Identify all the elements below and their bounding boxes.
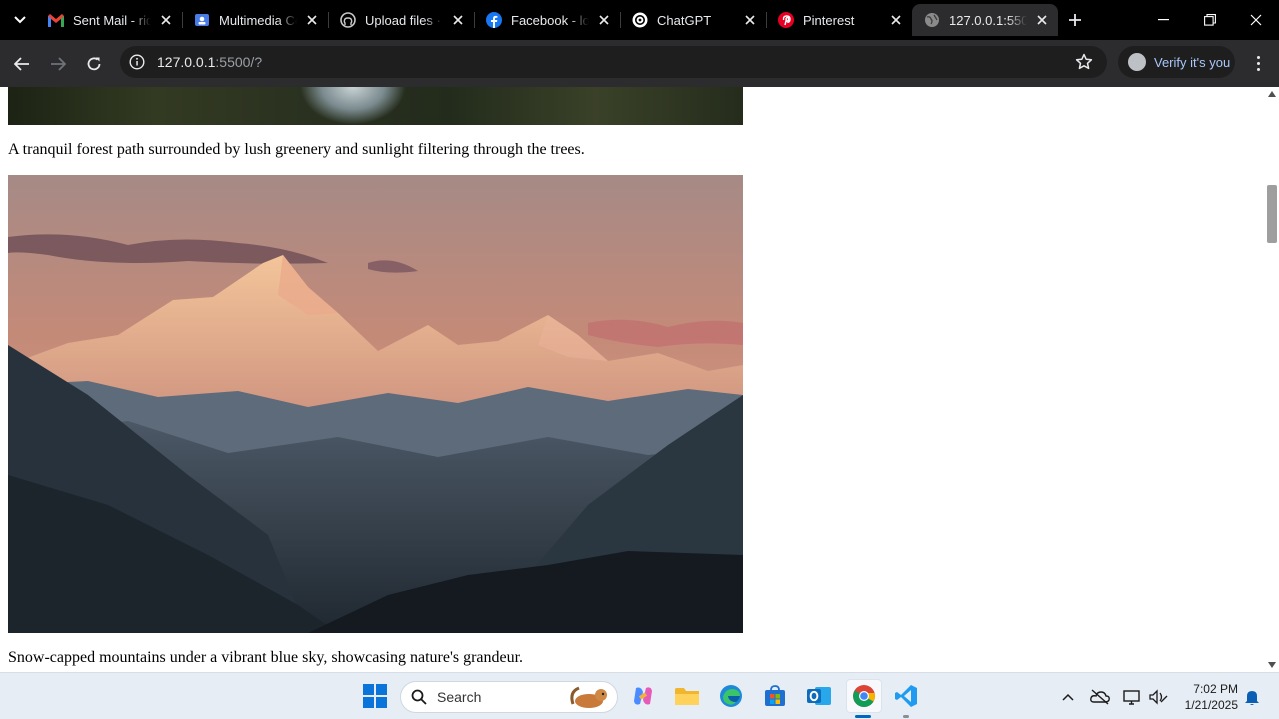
search-highlight-icon <box>567 684 613 710</box>
vscode-icon[interactable] <box>891 681 921 711</box>
tab-chatgpt[interactable]: ChatGPT <box>620 4 766 36</box>
tab-localhost[interactable]: 127.0.0.1:5500 <box>912 4 1058 36</box>
more-menu-icon[interactable] <box>1248 52 1268 74</box>
page-scrollbar[interactable] <box>1265 87 1279 672</box>
tab-strip: Sent Mail - ridd Multimedia Co Upload fi… <box>0 0 1279 40</box>
forward-arrow-icon[interactable] <box>44 50 72 78</box>
taskbar-search[interactable]: Search <box>400 681 618 713</box>
scroll-up-icon[interactable] <box>1268 91 1276 97</box>
clock-time: 7:02 PM <box>1193 682 1238 696</box>
close-icon[interactable] <box>450 12 466 28</box>
onedrive-offline-icon[interactable] <box>1090 687 1110 707</box>
minimize-icon[interactable] <box>1141 0 1187 40</box>
new-tab-plus-icon[interactable] <box>1064 9 1086 31</box>
clock-date: 1/21/2025 <box>1184 698 1238 712</box>
classroom-icon <box>194 12 210 28</box>
scroll-down-icon[interactable] <box>1268 662 1276 668</box>
file-explorer-icon[interactable] <box>672 681 702 711</box>
tab-title: Facebook - log <box>511 12 589 28</box>
outlook-icon[interactable] <box>804 681 834 711</box>
scrollbar-thumb[interactable] <box>1267 185 1277 243</box>
tab-title: Pinterest <box>803 12 855 28</box>
close-icon[interactable] <box>596 12 612 28</box>
tab-title: Sent Mail - ridd <box>73 12 151 28</box>
notification-bell-icon[interactable] <box>1242 687 1262 707</box>
address-bar[interactable]: 127.0.0.1:5500/? <box>120 46 1107 78</box>
chatgpt-icon <box>632 12 648 28</box>
url-path: :5500/? <box>215 54 263 70</box>
chevron-up-icon[interactable] <box>1058 687 1078 707</box>
edge-icon[interactable] <box>716 681 746 711</box>
reload-icon[interactable] <box>80 50 108 78</box>
gmail-icon <box>48 12 64 28</box>
tab-title: ChatGPT <box>657 12 712 28</box>
github-icon <box>340 12 356 28</box>
display-icon[interactable] <box>1122 687 1142 707</box>
forest-image <box>8 87 743 125</box>
system-clock[interactable]: 7:02 PM 1/21/2025 <box>1176 681 1238 713</box>
network-sound-icon[interactable] <box>1148 687 1168 707</box>
close-icon[interactable] <box>742 12 758 28</box>
close-icon[interactable] <box>888 12 904 28</box>
tab-facebook[interactable]: Facebook - log <box>474 4 620 36</box>
active-app-indicator <box>855 715 871 718</box>
url-host: 127.0.0.1 <box>157 54 216 70</box>
tab-pinterest[interactable]: Pinterest <box>766 4 912 36</box>
tab-search-chevron-icon[interactable] <box>8 8 32 32</box>
forest-caption: A tranquil forest path surrounded by lus… <box>8 141 585 158</box>
tab-gmail[interactable]: Sent Mail - ridd <box>36 4 182 36</box>
profile-button[interactable]: Verify it's you <box>1118 46 1235 78</box>
tab-title: Upload files · F <box>365 12 443 28</box>
tab-title: Multimedia Co <box>219 12 297 28</box>
close-icon[interactable] <box>158 12 174 28</box>
globe-icon <box>924 12 940 28</box>
window-close-icon[interactable] <box>1233 0 1279 40</box>
profile-label: Verify it's you <box>1154 54 1231 70</box>
taskbar: Search 7:02 PM 1/21/2025 <box>0 672 1279 719</box>
page-viewport: A tranquil forest path surrounded by lus… <box>0 87 1265 672</box>
running-app-indicator <box>903 715 909 718</box>
search-icon <box>411 689 427 705</box>
close-icon[interactable] <box>304 12 320 28</box>
back-arrow-icon[interactable] <box>8 50 36 78</box>
mountain-caption: Snow-capped mountains under a vibrant bl… <box>8 649 524 666</box>
tab-github[interactable]: Upload files · F <box>328 4 474 36</box>
site-info-icon[interactable] <box>129 54 145 70</box>
search-label: Search <box>437 689 482 705</box>
bookmark-star-icon[interactable] <box>1075 53 1093 71</box>
close-icon[interactable] <box>1034 12 1050 28</box>
microsoft-store-icon[interactable] <box>760 681 790 711</box>
restore-icon[interactable] <box>1187 0 1233 40</box>
browser-toolbar: 127.0.0.1:5500/? Verify it's you <box>0 40 1279 87</box>
copilot-icon[interactable] <box>628 681 658 711</box>
pinterest-icon <box>778 12 794 28</box>
facebook-icon <box>486 12 502 28</box>
url-text[interactable]: 127.0.0.1:5500/? <box>157 54 262 70</box>
avatar <box>1128 53 1146 71</box>
mountain-image <box>8 175 743 633</box>
tab-title: 127.0.0.1:5500 <box>949 12 1027 28</box>
chrome-icon[interactable] <box>846 679 882 713</box>
tab-multimedia[interactable]: Multimedia Co <box>182 4 328 36</box>
windows-start-icon[interactable] <box>360 681 390 711</box>
